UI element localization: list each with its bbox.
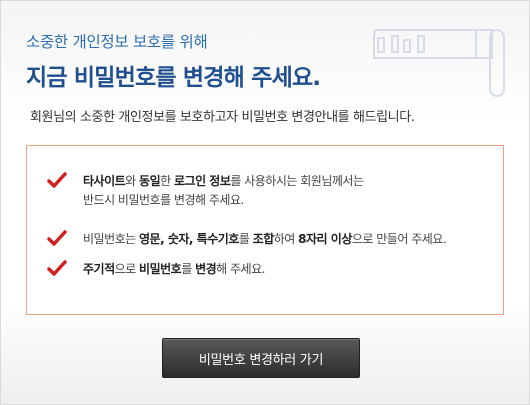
highlight-text: 비밀번호 <box>139 262 182 276</box>
item-text: 한 <box>160 174 174 188</box>
list-item: 주기적으로 비밀번호를 변경해 주세요. <box>47 260 265 279</box>
highlight-text: 로그인 정보 <box>173 174 231 188</box>
highlight-text: 변경 <box>195 262 217 276</box>
checkmark-icon <box>47 260 67 276</box>
item-text: 하여 <box>273 232 299 246</box>
highlight-text: 8자리 이상 <box>298 232 352 246</box>
page-description: 회원님의 소중한 개인정보를 보호하고자 비밀번호 변경안내를 해드립니다. <box>30 110 415 125</box>
checkmark-icon <box>47 172 67 188</box>
item-text: 와 <box>125 174 140 188</box>
item-text: 으로 <box>114 262 140 276</box>
highlight-text: 타사이트 <box>83 174 126 188</box>
list-item: 타사이트와 동일한 로그인 정보를 사용하시는 회원님께서는 반드시 비밀번호를… <box>47 172 364 210</box>
highlight-text: 주기적 <box>83 262 115 276</box>
item-text: 를 <box>181 262 196 276</box>
notice-box: 타사이트와 동일한 로그인 정보를 사용하시는 회원님께서는 반드시 비밀번호를… <box>26 145 504 315</box>
highlight-text: 조합 <box>252 232 275 246</box>
item-text: 해 주세요. <box>216 262 265 276</box>
key-icon <box>373 29 505 97</box>
item-text: 를 사용하시는 회원님께서는 <box>230 174 364 188</box>
header-title: 지금 비밀번호를 변경해 주세요. <box>26 65 321 91</box>
change-password-button[interactable]: 비밀번호 변경하러 가기 <box>162 338 360 378</box>
item-text: 으로 만들어 주세요. <box>351 232 447 246</box>
header-subtitle: 소중한 개인정보 보호를 위해 <box>26 33 208 51</box>
list-item: 비밀번호는 영문, 숫자, 특수기호를 조합하여 8자리 이상으로 만들어 주세… <box>47 230 447 249</box>
highlight-text: 영문, 숫자, 특수기호 <box>139 232 239 246</box>
highlight-text: 동일 <box>139 174 161 188</box>
item-text: 반드시 비밀번호를 변경해 주세요. <box>83 193 244 207</box>
checkmark-icon <box>47 230 67 246</box>
item-text: 를 <box>238 232 253 246</box>
item-text: 비밀번호는 <box>83 232 140 246</box>
change-password-button-label: 비밀번호 변경하러 가기 <box>198 352 324 368</box>
